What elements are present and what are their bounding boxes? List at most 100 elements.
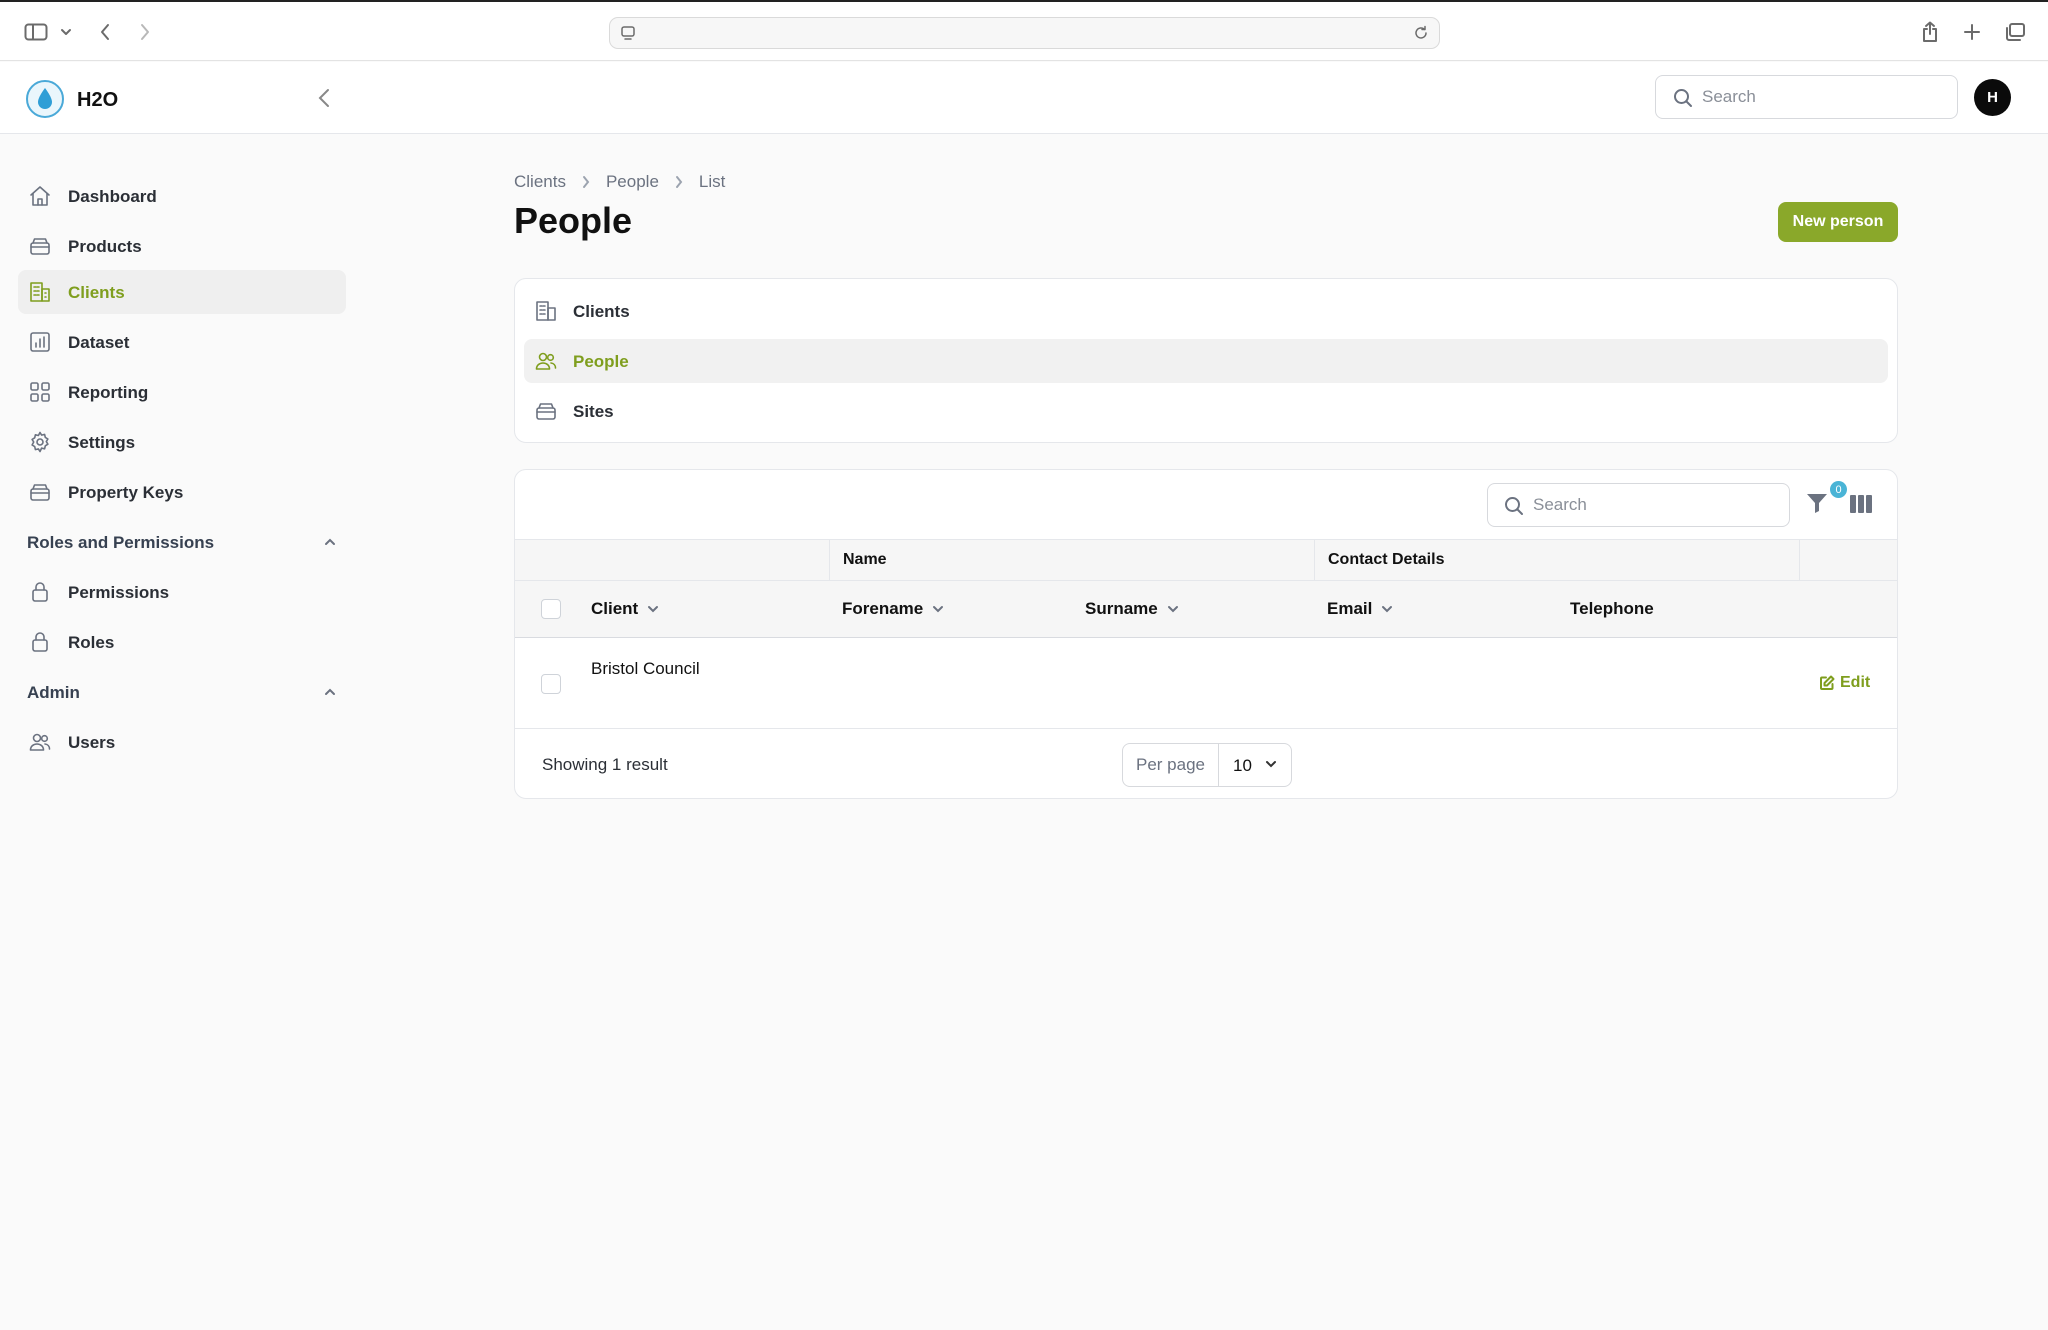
per-page-selector[interactable]: Per page 10 bbox=[1122, 743, 1292, 787]
new-tab-icon[interactable] bbox=[1960, 16, 1984, 48]
edit-icon bbox=[1820, 675, 1835, 690]
sidebar-item-dashboard[interactable]: Dashboard bbox=[18, 174, 346, 218]
breadcrumb-item-clients[interactable]: Clients bbox=[514, 172, 566, 192]
sidebar-item-property-keys[interactable]: Property Keys bbox=[18, 470, 346, 514]
sidebar-item-label: Clients bbox=[68, 283, 125, 302]
column-header-label: Forename bbox=[842, 599, 924, 618]
subnav-label: Clients bbox=[573, 302, 630, 321]
edit-label: Edit bbox=[1840, 674, 1871, 691]
column-header-forename[interactable]: Forename bbox=[842, 599, 944, 619]
browser-toolbar bbox=[0, 0, 2048, 61]
chevron-right-icon bbox=[582, 175, 590, 189]
column-header-email[interactable]: Email bbox=[1327, 599, 1393, 619]
breadcrumb-item-people[interactable]: People bbox=[606, 172, 659, 192]
sidebar-item-reporting[interactable]: Reporting bbox=[18, 370, 346, 414]
chevron-right-icon bbox=[675, 175, 683, 189]
global-search-input[interactable] bbox=[1702, 76, 1942, 118]
sub-navigation: Clients People Sites bbox=[514, 278, 1898, 443]
sidebar-item-clients[interactable]: Clients bbox=[18, 270, 346, 314]
column-header-client[interactable]: Client bbox=[591, 599, 659, 619]
filter-count-badge: 0 bbox=[1830, 481, 1847, 498]
column-header-label: Telephone bbox=[1570, 599, 1654, 618]
forward-icon[interactable] bbox=[134, 16, 156, 48]
sidebar-item-label: Dashboard bbox=[68, 187, 157, 206]
select-all-checkbox[interactable] bbox=[541, 599, 561, 619]
row-select-checkbox[interactable] bbox=[541, 674, 561, 694]
subnav-item-clients[interactable]: Clients bbox=[524, 289, 1888, 333]
chart-icon bbox=[28, 330, 52, 354]
column-group-contact-details: Contact Details bbox=[1314, 540, 1799, 580]
sidebar-item-users[interactable]: Users bbox=[18, 720, 346, 764]
column-header-telephone: Telephone bbox=[1570, 599, 1654, 619]
share-icon[interactable] bbox=[1918, 16, 1942, 48]
cell-client: Bristol Council bbox=[591, 659, 700, 678]
filter-icon[interactable] bbox=[1805, 492, 1831, 518]
sidebar-item-label: Users bbox=[68, 733, 116, 752]
users-icon bbox=[28, 730, 52, 754]
column-group-label: Name bbox=[843, 551, 887, 568]
per-page-value: 10 bbox=[1233, 756, 1252, 775]
users-icon bbox=[534, 349, 558, 378]
per-page-select[interactable]: 10 bbox=[1219, 744, 1291, 786]
sidebar-group-label: Admin bbox=[27, 683, 80, 702]
sidebar-item-permissions[interactable]: Permissions bbox=[18, 570, 346, 614]
table-search[interactable] bbox=[1487, 483, 1790, 527]
lock-icon bbox=[28, 630, 52, 654]
breadcrumb-item-list: List bbox=[698, 172, 726, 191]
building-icon bbox=[28, 280, 52, 304]
subnav-label: Sites bbox=[573, 402, 614, 421]
search-icon bbox=[1504, 496, 1524, 521]
column-header-label: Surname bbox=[1085, 599, 1158, 618]
column-group-label: Contact Details bbox=[1328, 551, 1445, 568]
chevron-down-icon bbox=[1167, 606, 1178, 613]
people-table-card: 0 Name Contact Details Client Forename S… bbox=[514, 469, 1898, 799]
column-group-name: Name bbox=[829, 540, 1200, 580]
subnav-item-people[interactable]: People bbox=[524, 339, 1888, 383]
edit-link[interactable]: Edit bbox=[1819, 674, 1870, 692]
sidebar-item-products[interactable]: Products bbox=[18, 224, 346, 268]
sidebar-group-roles-and-permissions[interactable]: Roles and Permissions bbox=[27, 527, 337, 557]
address-bar[interactable] bbox=[609, 17, 1440, 49]
home-icon bbox=[28, 184, 52, 208]
back-icon[interactable] bbox=[94, 16, 116, 48]
table-search-input[interactable] bbox=[1533, 484, 1773, 526]
building-icon bbox=[534, 299, 558, 328]
chevron-down-icon bbox=[648, 606, 659, 613]
water-drop-logo-icon bbox=[26, 80, 64, 118]
chevron-left-icon bbox=[318, 89, 329, 107]
sidebar-item-dataset[interactable]: Dataset bbox=[18, 320, 346, 364]
sidebar-toggle-icon[interactable] bbox=[22, 16, 50, 48]
page-title: People bbox=[514, 200, 633, 241]
breadcrumb: Clients People List bbox=[514, 171, 725, 193]
columns-icon[interactable] bbox=[1849, 494, 1873, 516]
sidebar-item-label: Roles bbox=[68, 633, 115, 652]
chevron-down-icon[interactable] bbox=[58, 16, 74, 48]
gear-icon bbox=[28, 430, 52, 454]
subnav-item-sites[interactable]: Sites bbox=[524, 389, 1888, 433]
sidebar-item-roles[interactable]: Roles bbox=[18, 620, 346, 664]
sidebar-group-label: Roles and Permissions bbox=[27, 533, 215, 552]
sidebar-item-label: Property Keys bbox=[68, 483, 184, 502]
app-header: H2O H bbox=[0, 62, 2048, 134]
sidebar-item-settings[interactable]: Settings bbox=[18, 420, 346, 464]
collapse-sidebar-button[interactable] bbox=[312, 84, 336, 112]
chevron-up-icon bbox=[323, 684, 337, 702]
sidebar-item-label: Permissions bbox=[68, 583, 170, 602]
reload-icon[interactable] bbox=[1413, 25, 1429, 46]
sidebar-item-label: Products bbox=[68, 237, 142, 256]
chevron-down-icon bbox=[1382, 606, 1393, 613]
lock-icon bbox=[28, 580, 52, 604]
column-group-actions bbox=[1799, 540, 1897, 580]
grid-icon bbox=[28, 380, 52, 404]
tabs-overview-icon[interactable] bbox=[2002, 16, 2028, 48]
sidebar-group-admin[interactable]: Admin bbox=[27, 677, 337, 707]
user-avatar[interactable]: H bbox=[1974, 79, 2011, 116]
box-icon bbox=[28, 480, 52, 504]
column-header-surname[interactable]: Surname bbox=[1085, 599, 1179, 619]
subnav-label: People bbox=[573, 352, 629, 371]
app-name: H2O bbox=[77, 89, 119, 111]
table-header-row: Client Forename Surname Email Telephone bbox=[515, 581, 1897, 638]
new-person-button[interactable]: New person bbox=[1778, 202, 1898, 242]
column-header-label: Email bbox=[1327, 599, 1373, 618]
global-search[interactable] bbox=[1655, 75, 1958, 119]
